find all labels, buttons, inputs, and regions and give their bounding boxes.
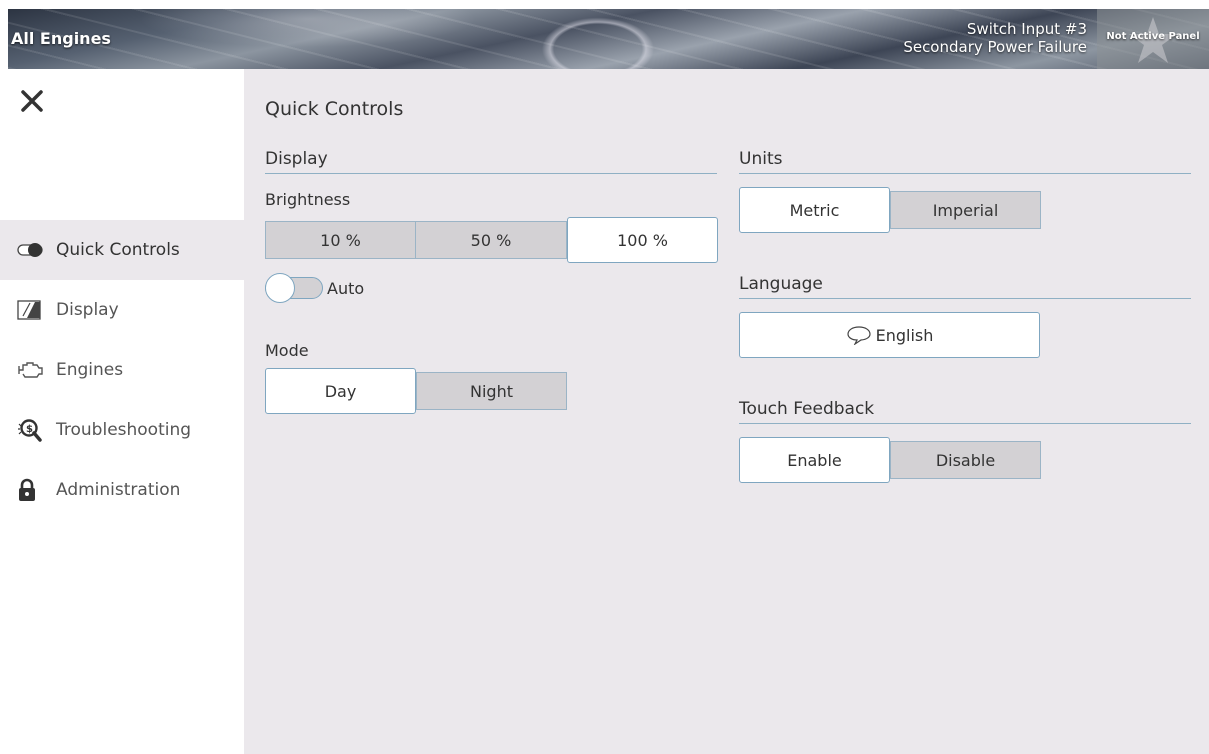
svg-text:$: $	[26, 424, 33, 435]
brightness-selector: 10 % 50 % 100 %	[265, 217, 718, 263]
alarm-status[interactable]: Switch Input #3 Secondary Power Failure	[903, 20, 1087, 56]
metric-button[interactable]: Metric	[739, 187, 890, 233]
brightness-label: Brightness	[265, 190, 351, 209]
main-panel: Quick Controls Display Brightness 10 % 5…	[244, 69, 1209, 754]
sidebar-item-administration[interactable]: Administration	[0, 460, 244, 520]
close-button[interactable]	[19, 88, 45, 114]
header-bar: All Engines Switch Input #3 Secondary Po…	[8, 9, 1209, 69]
toggle-track	[265, 273, 323, 303]
night-mode-button[interactable]: Night	[416, 372, 567, 410]
auto-label: Auto	[327, 278, 365, 298]
brightness-10-button[interactable]: 10 %	[265, 221, 416, 259]
lock-icon	[17, 478, 47, 501]
sidebar-item-engines[interactable]: Engines	[0, 340, 244, 400]
toggle-icon	[17, 239, 47, 261]
enable-feedback-button[interactable]: Enable	[739, 437, 890, 483]
sidebar-item-label: Administration	[56, 480, 181, 500]
mode-label: Mode	[265, 341, 309, 360]
language-value: English	[875, 325, 934, 345]
panel-status-label: Not Active Panel	[1106, 31, 1200, 42]
brightness-100-button[interactable]: 100 %	[567, 217, 718, 263]
sidebar-item-label: Engines	[56, 360, 124, 380]
brightness-50-button[interactable]: 50 %	[416, 221, 567, 259]
close-icon	[21, 90, 43, 112]
touch-feedback-selector: Enable Disable	[739, 437, 1041, 483]
sidebar-item-troubleshooting[interactable]: $ Troubleshooting	[0, 400, 244, 460]
sidebar-item-label: Troubleshooting	[56, 420, 192, 440]
panel-status-badge: Not Active Panel	[1097, 9, 1209, 69]
sidebar-item-quick-controls[interactable]: Quick Controls	[0, 220, 244, 280]
day-mode-button[interactable]: Day	[265, 368, 416, 414]
mode-selector: Day Night	[265, 368, 567, 414]
page-title: Quick Controls	[265, 98, 404, 120]
sidebar-nav: Quick Controls Display Engines $ Trouble…	[0, 220, 244, 520]
units-selector: Metric Imperial	[739, 187, 1041, 233]
engine-icon	[17, 359, 47, 381]
sidebar-item-label: Display	[56, 300, 119, 320]
troubleshooting-icon: $	[17, 419, 47, 442]
units-section-heading: Units	[739, 149, 1191, 174]
sidebar-item-label: Quick Controls	[56, 240, 180, 260]
app-title: All Engines	[11, 29, 111, 48]
imperial-button[interactable]: Imperial	[890, 191, 1041, 229]
display-section-heading: Display	[265, 149, 717, 174]
disable-feedback-button[interactable]: Disable	[890, 441, 1041, 479]
speech-bubble-icon	[847, 326, 871, 345]
language-section-heading: Language	[739, 274, 1191, 299]
sidebar-item-display[interactable]: Display	[0, 280, 244, 340]
status-line-1: Switch Input #3	[966, 20, 1087, 38]
auto-brightness-toggle[interactable]: Auto	[265, 273, 365, 303]
language-button[interactable]: English	[739, 312, 1040, 358]
status-line-2: Secondary Power Failure	[903, 38, 1087, 56]
display-icon	[17, 299, 47, 321]
toggle-knob	[265, 273, 295, 303]
touch-feedback-section-heading: Touch Feedback	[739, 399, 1191, 424]
